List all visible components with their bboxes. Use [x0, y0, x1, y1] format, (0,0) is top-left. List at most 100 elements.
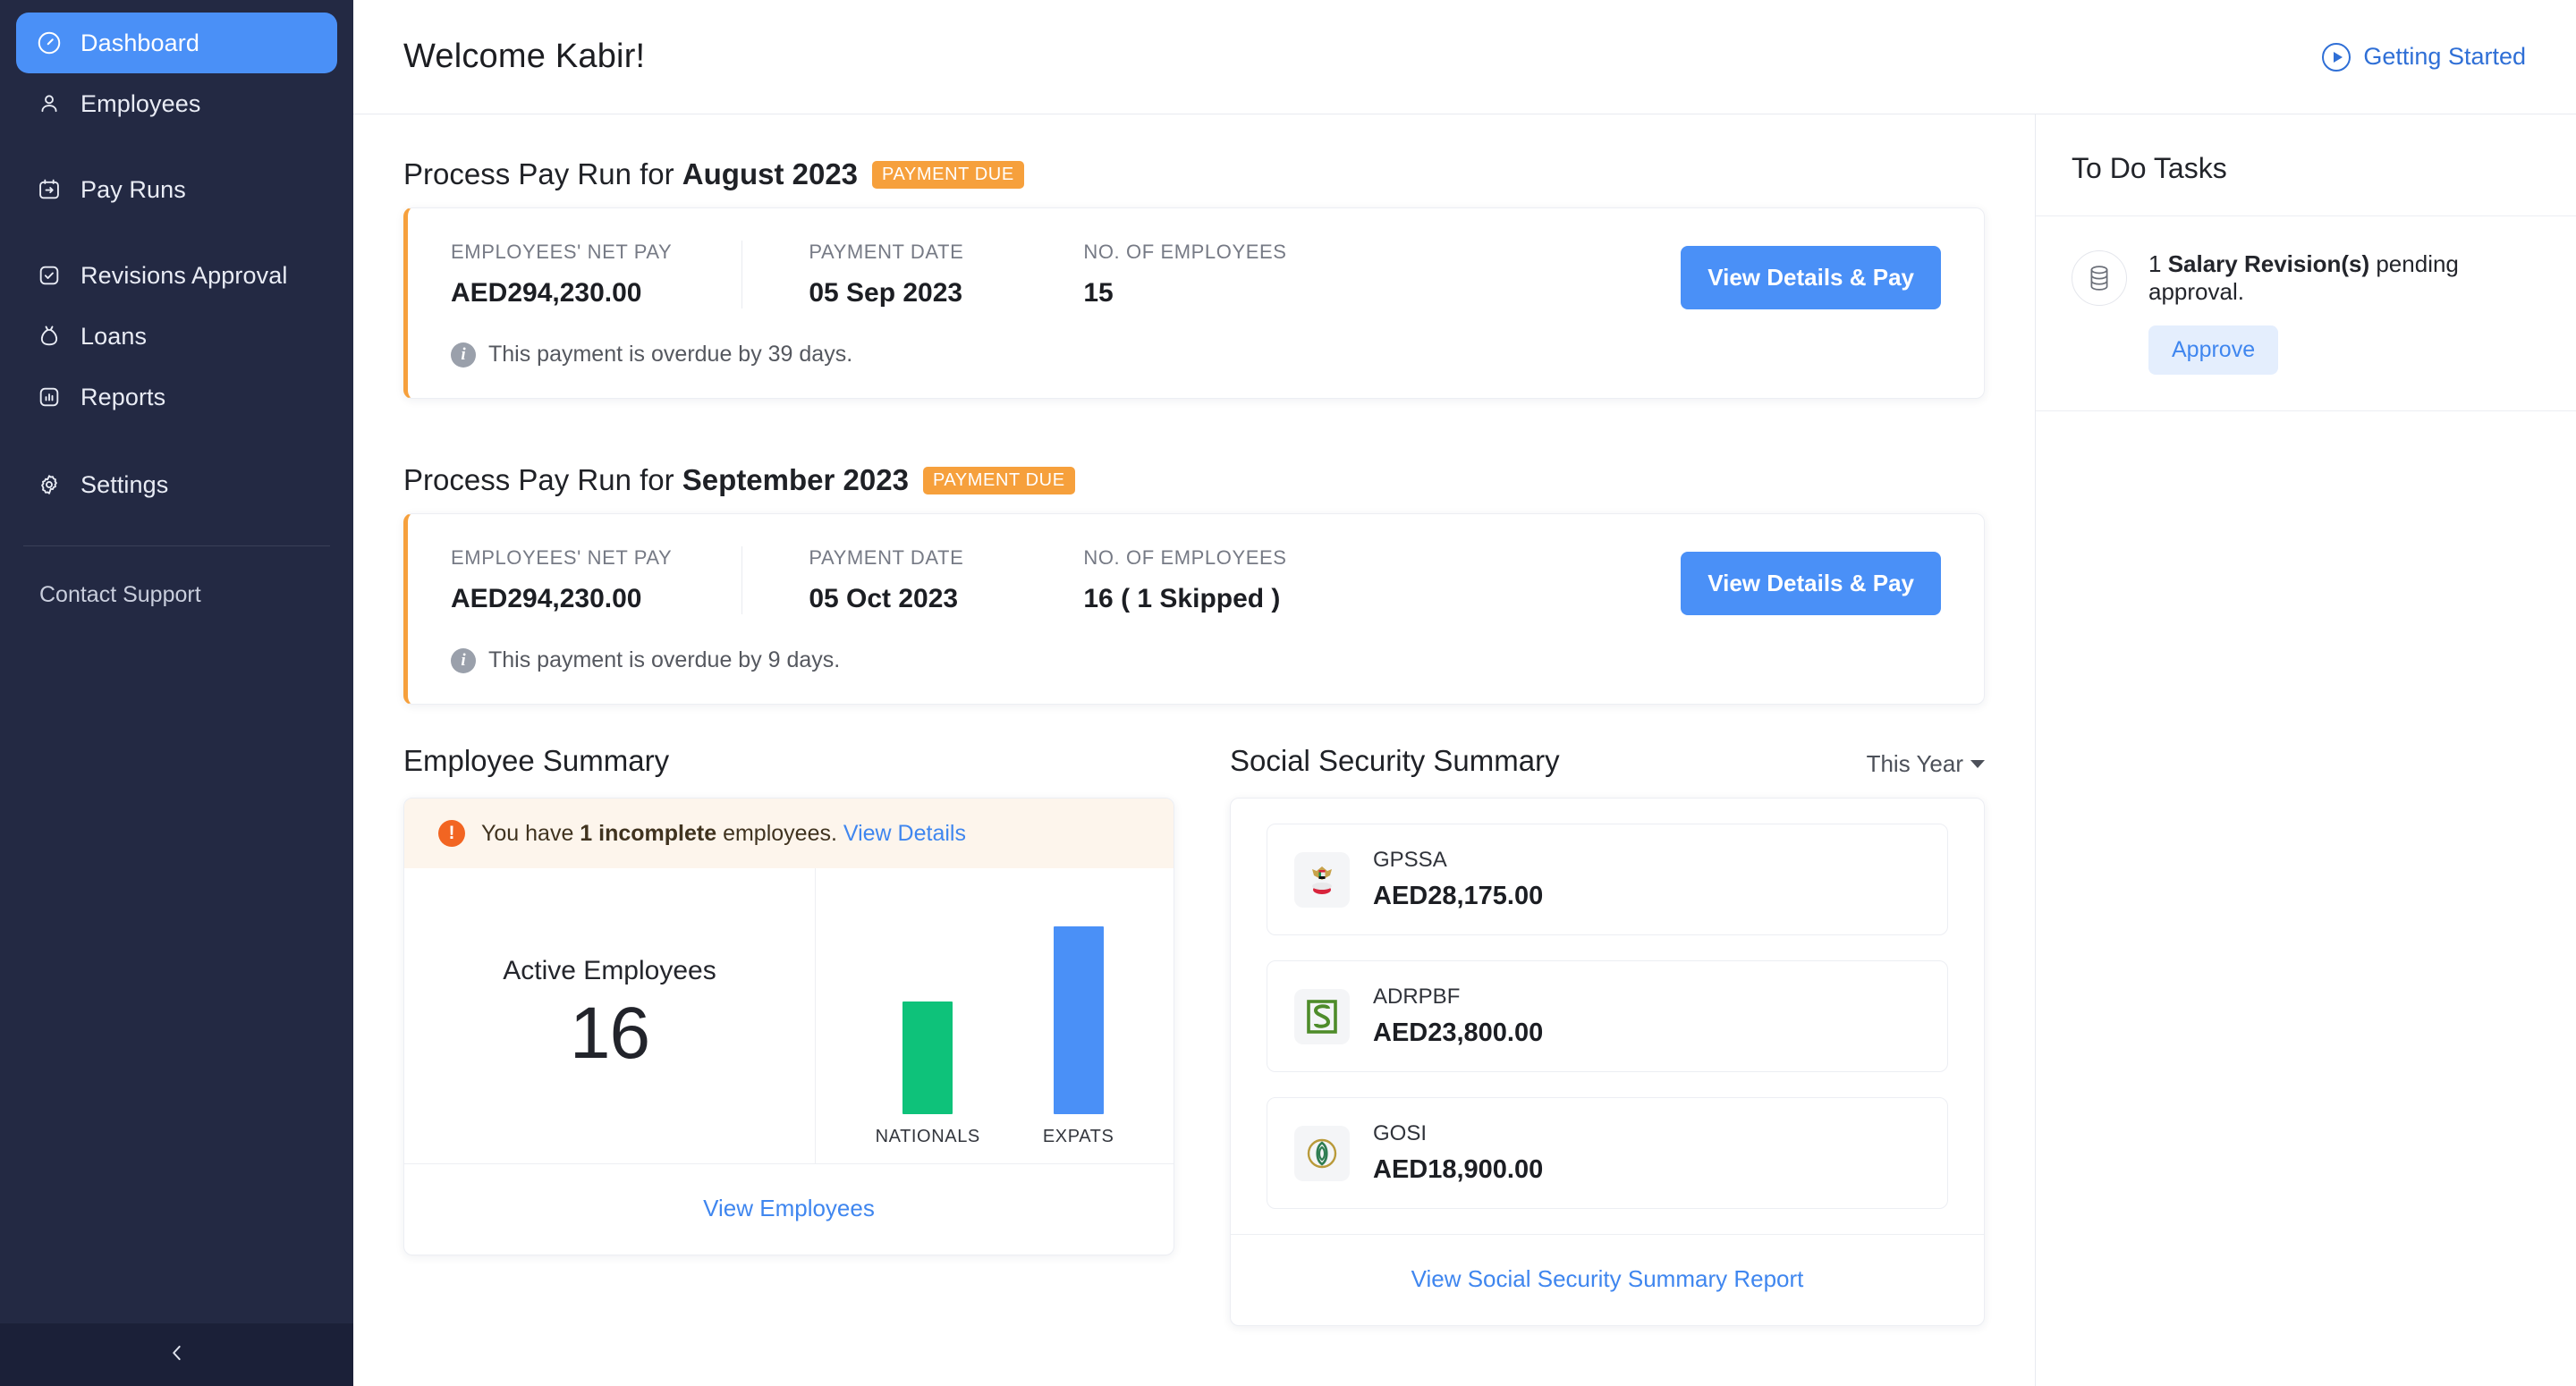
sidebar-item-loans[interactable]: Loans	[16, 306, 337, 367]
active-employees-label: Active Employees	[503, 956, 716, 986]
bar-label-expats: EXPATS	[1043, 1127, 1114, 1147]
view-details-pay-button[interactable]: View Details & Pay	[1681, 246, 1941, 309]
todo-tasks-title: To Do Tasks	[2036, 114, 2576, 216]
payrun-title-prefix: Process Pay Run for	[403, 157, 682, 190]
info-icon: i	[451, 342, 476, 368]
status-badge: PAYMENT DUE	[923, 467, 1075, 494]
employee-summary-title: Employee Summary	[403, 744, 669, 778]
view-employees-link[interactable]: View Employees	[404, 1163, 1174, 1255]
stat-net-pay: EMPLOYEES' NET PAY AED294,230.00	[451, 546, 742, 614]
chevron-left-icon	[165, 1341, 189, 1369]
sidebar-item-label: Loans	[80, 323, 147, 351]
stat-label: NO. OF EMPLOYEES	[1083, 546, 1286, 570]
sidebar-item-reports[interactable]: Reports	[16, 367, 337, 427]
social-security-section: Social Security Summary This Year	[1230, 744, 1985, 1326]
money-bag-icon	[36, 323, 63, 350]
stat-value: 16 ( 1 Skipped )	[1083, 584, 1286, 614]
sidebar-item-dashboard[interactable]: Dashboard	[16, 13, 337, 73]
gosi-logo-icon	[1294, 1126, 1350, 1181]
view-social-security-report-link[interactable]: View Social Security Summary Report	[1231, 1234, 1984, 1325]
alert-suffix: employees.	[716, 821, 837, 846]
payrun-heading-september: Process Pay Run for September 2023 PAYME…	[403, 463, 1985, 497]
sidebar-item-settings[interactable]: Settings	[16, 454, 337, 515]
stat-value: 05 Sep 2023	[809, 278, 963, 308]
employee-summary-panel: ! You have 1 incomplete employees. View …	[403, 798, 1174, 1255]
payrun-card-september: EMPLOYEES' NET PAY AED294,230.00 PAYMENT…	[403, 513, 1985, 705]
active-employees-count: 16	[570, 992, 649, 1076]
todo-strong: Salary Revision(s)	[2168, 250, 2369, 277]
stat-value: AED294,230.00	[451, 278, 672, 308]
main-area: Welcome Kabir! Getting Started Process P…	[353, 0, 2576, 1386]
social-security-list: GPSSA AED28,175.00	[1231, 799, 1984, 1209]
payrun-title-period: September 2023	[682, 463, 909, 496]
todo-prefix: 1	[2148, 250, 2168, 277]
bar-label-nationals: NATIONALS	[876, 1127, 980, 1147]
stat-value: 05 Oct 2023	[809, 584, 963, 614]
calendar-arrow-icon	[36, 176, 63, 203]
active-employees-stat: Active Employees 16	[404, 868, 816, 1163]
sidebar: Dashboard Employees Pay Runs	[0, 0, 353, 1386]
sidebar-collapse-button[interactable]	[0, 1323, 353, 1386]
nationality-bar-chart: NATIONALS EXPATS	[816, 868, 1174, 1163]
stat-label: PAYMENT DATE	[809, 241, 963, 264]
top-bar: Welcome Kabir! Getting Started	[353, 0, 2576, 114]
getting-started-button[interactable]: Getting Started	[2322, 43, 2526, 72]
sidebar-item-employees[interactable]: Employees	[16, 73, 337, 134]
stat-label: EMPLOYEES' NET PAY	[451, 241, 672, 264]
alert-prefix: You have	[481, 821, 580, 846]
stat-payment-date: PAYMENT DATE 05 Sep 2023	[742, 241, 1017, 308]
payrun-overdue-note: i This payment is overdue by 9 days.	[451, 647, 1941, 673]
getting-started-label: Getting Started	[2363, 43, 2526, 71]
approve-button[interactable]: Approve	[2148, 325, 2278, 375]
bar-nationals	[902, 1001, 953, 1114]
contact-support-link[interactable]: Contact Support	[0, 546, 353, 608]
social-security-title: Social Security Summary	[1230, 744, 1560, 778]
stat-no-of-employees: NO. OF EMPLOYEES 15	[1017, 241, 1340, 308]
todo-item-text: 1 Salary Revision(s) pending approval.	[2148, 250, 2540, 306]
social-security-name: GOSI	[1373, 1121, 1543, 1146]
user-icon	[36, 90, 63, 117]
sidebar-item-label: Reports	[80, 384, 165, 411]
social-security-amount: AED28,175.00	[1373, 882, 1543, 911]
gear-icon	[36, 471, 63, 498]
checkbox-icon	[36, 262, 63, 289]
sidebar-item-label: Revisions Approval	[80, 262, 287, 290]
bar-group-nationals: NATIONALS	[876, 1001, 980, 1147]
alert-strong: 1 incomplete	[580, 821, 716, 846]
view-details-link[interactable]: View Details	[843, 821, 966, 846]
sidebar-nav: Dashboard Employees Pay Runs	[0, 13, 353, 515]
warning-icon: !	[438, 820, 465, 847]
view-details-pay-button[interactable]: View Details & Pay	[1681, 552, 1941, 615]
social-security-row: GOSI AED18,900.00	[1267, 1097, 1948, 1209]
period-selector[interactable]: This Year	[1867, 750, 1985, 778]
stat-label: NO. OF EMPLOYEES	[1083, 241, 1286, 264]
adrpbf-logo-icon	[1294, 989, 1350, 1044]
app-root: Dashboard Employees Pay Runs	[0, 0, 2576, 1386]
employee-summary-section: Employee Summary ! You have 1 incomplete…	[403, 744, 1174, 1326]
sidebar-item-label: Employees	[80, 90, 200, 118]
incomplete-employees-alert: ! You have 1 incomplete employees. View …	[404, 799, 1174, 868]
stat-value: AED294,230.00	[451, 584, 672, 614]
bar-expats	[1054, 926, 1104, 1114]
sidebar-item-label: Pay Runs	[80, 176, 186, 204]
social-security-row: GPSSA AED28,175.00	[1267, 824, 1948, 935]
payrun-card-august: EMPLOYEES' NET PAY AED294,230.00 PAYMENT…	[403, 207, 1985, 399]
payrun-note-text: This payment is overdue by 9 days.	[488, 647, 840, 673]
play-circle-icon	[2322, 43, 2351, 72]
payrun-heading-august: Process Pay Run for August 2023 PAYMENT …	[403, 157, 1985, 191]
payrun-title-prefix: Process Pay Run for	[403, 463, 682, 496]
coins-stack-icon	[2072, 250, 2127, 306]
social-security-panel: GPSSA AED28,175.00	[1230, 798, 1985, 1326]
sidebar-item-pay-runs[interactable]: Pay Runs	[16, 159, 337, 220]
body-row: Process Pay Run for August 2023 PAYMENT …	[353, 114, 2576, 1386]
stat-payment-date: PAYMENT DATE 05 Oct 2023	[742, 546, 1017, 614]
stat-label: PAYMENT DATE	[809, 546, 963, 570]
gauge-icon	[36, 30, 63, 56]
stat-no-of-employees: NO. OF EMPLOYEES 16 ( 1 Skipped )	[1017, 546, 1340, 614]
bar-chart-icon	[36, 384, 63, 410]
sidebar-item-revisions-approval[interactable]: Revisions Approval	[16, 245, 337, 306]
uae-emblem-icon	[1294, 852, 1350, 908]
page-title: Welcome Kabir!	[403, 38, 645, 76]
payrun-title-period: August 2023	[682, 157, 858, 190]
chevron-down-icon	[1970, 760, 1985, 768]
